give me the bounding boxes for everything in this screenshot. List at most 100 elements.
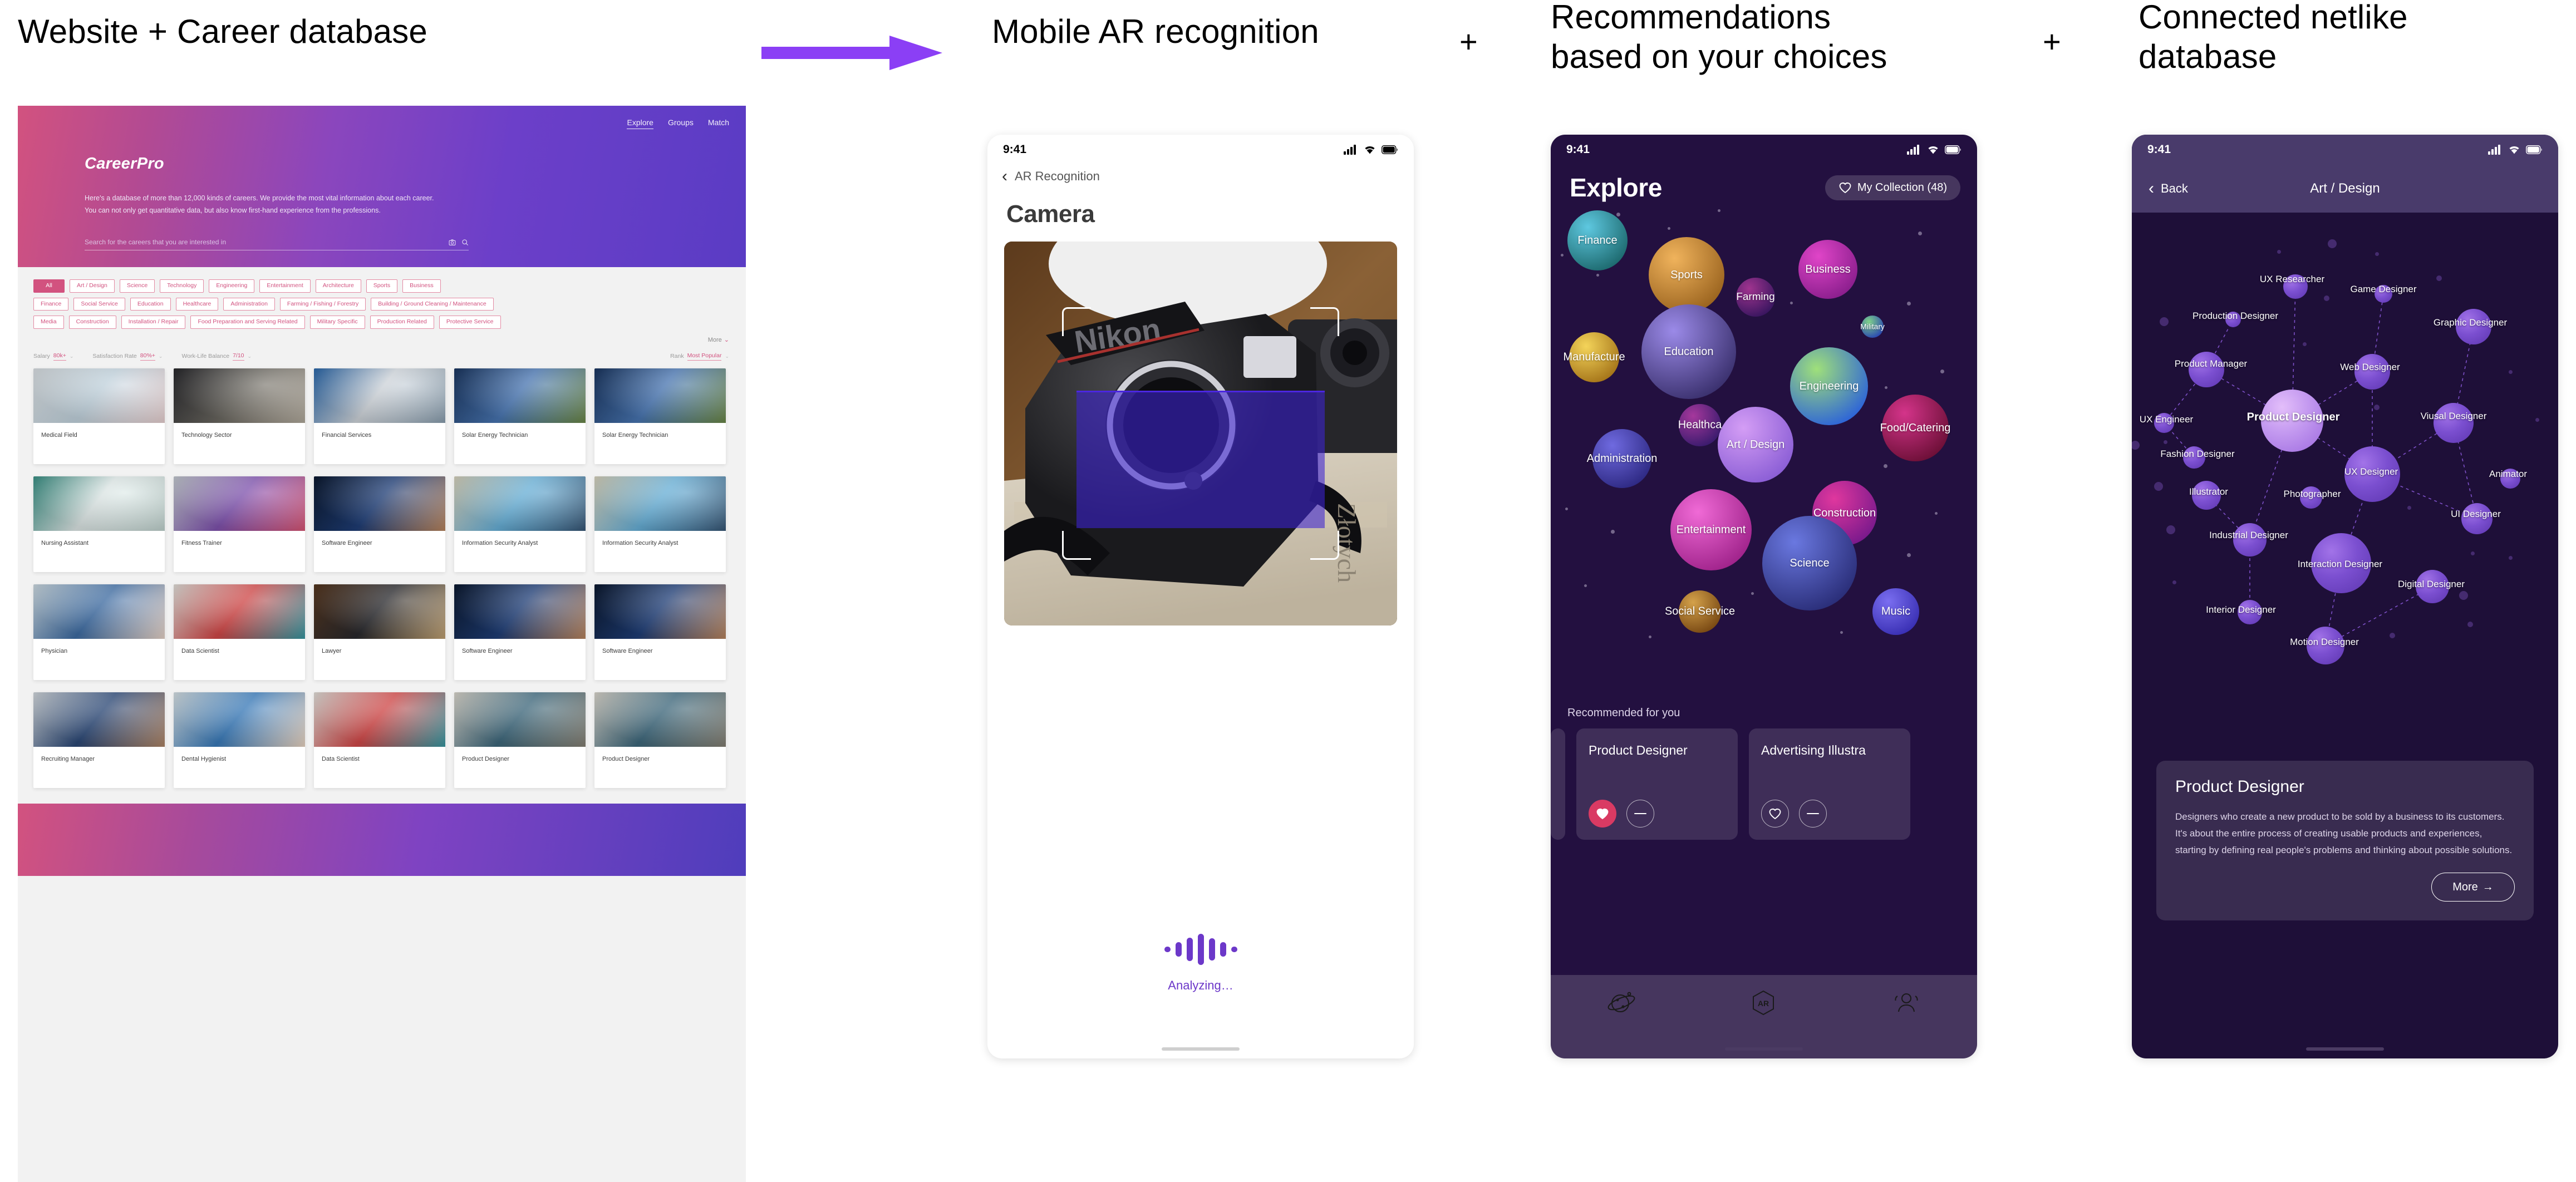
recommendation-card-peek[interactable]	[1551, 728, 1565, 840]
bubble-social-service[interactable]: Social Service	[1665, 590, 1735, 633]
filter-work-life-balance[interactable]: Work-Life Balance 7/10 ⌄	[181, 352, 252, 361]
career-card[interactable]: Solar Energy Technician	[454, 368, 586, 464]
bubble-military[interactable]: Military	[1860, 316, 1885, 338]
chip-administration[interactable]: Administration	[223, 297, 275, 311]
career-card[interactable]: Product Designer	[594, 692, 726, 788]
site-nav-match[interactable]: Match	[708, 118, 729, 129]
back-button[interactable]: ‹ Back	[2149, 180, 2188, 197]
like-button[interactable]	[1589, 800, 1616, 828]
filter-row[interactable]: Salary 80k+ ⌄ Satisfaction Rate 80%+ ⌄ Work-Li…	[18, 343, 746, 368]
chip-social-service[interactable]: Social Service	[73, 297, 125, 311]
career-card[interactable]: Information Security Analyst	[594, 476, 726, 572]
career-card[interactable]: Physician	[33, 584, 165, 680]
chip-architecture[interactable]: Architecture	[315, 279, 361, 293]
bubble-engineering[interactable]: Engineering	[1790, 347, 1868, 425]
site-nav-explore[interactable]: Explore	[627, 118, 653, 129]
search-bar[interactable]: Search for the careers that you are inte…	[85, 238, 469, 250]
bubble-administration[interactable]: Administration	[1587, 429, 1657, 488]
career-card[interactable]: Technology Sector	[174, 368, 305, 464]
chip-art-design[interactable]: Art / Design	[70, 279, 115, 293]
filter-value[interactable]: 7/10	[233, 352, 244, 361]
filter-value[interactable]: 80%+	[140, 352, 155, 361]
bubble-finance[interactable]: Finance	[1567, 210, 1628, 270]
chevron-left-icon[interactable]: ‹	[1002, 168, 1007, 185]
chevron-down-icon[interactable]: ⌄	[70, 353, 74, 359]
chip-technology[interactable]: Technology	[160, 279, 204, 293]
category-filter-chips[interactable]: All Art / Design Science Technology Engineer…	[18, 267, 746, 329]
people-icon[interactable]	[1890, 989, 1921, 1018]
recommendation-carousel[interactable]: Product Designer Advertising Illustra	[1551, 728, 1977, 840]
career-card[interactable]: Dental Hygienist	[174, 692, 305, 788]
recommendation-card[interactable]: Advertising Illustra	[1749, 728, 1910, 840]
bubble-sports[interactable]: Sports	[1649, 237, 1724, 313]
chevron-down-icon[interactable]: ⌄	[725, 353, 729, 359]
chip-business[interactable]: Business	[402, 279, 441, 293]
chip-protective-service[interactable]: Protective Service	[439, 316, 501, 329]
camera-icon[interactable]	[449, 239, 456, 246]
chip-food-preparation-and-serving-related[interactable]: Food Preparation and Serving Related	[190, 316, 305, 329]
career-card[interactable]: Product Designer	[454, 692, 586, 788]
career-card[interactable]: Data Scientist	[314, 692, 445, 788]
career-bubble-map[interactable]: Finance Sports Farming Business Military Manu…	[1551, 203, 1977, 703]
chip-media[interactable]: Media	[33, 316, 64, 329]
planet-icon[interactable]	[1607, 989, 1637, 1018]
bubble-farming[interactable]: Farming	[1736, 278, 1775, 317]
career-card[interactable]: Fitness Trainer	[174, 476, 305, 572]
career-card[interactable]: Recruiting Manager	[33, 692, 165, 788]
chip-entertainment[interactable]: Entertainment	[259, 279, 311, 293]
chip-science[interactable]: Science	[119, 279, 155, 293]
bubble-education[interactable]: Education	[1641, 304, 1736, 399]
chip-engineering[interactable]: Engineering	[209, 279, 255, 293]
site-nav[interactable]: Explore Groups Match	[627, 118, 729, 129]
bubble-entertainment[interactable]: Entertainment	[1670, 489, 1752, 570]
chevron-down-icon[interactable]: ⌄	[159, 353, 163, 359]
chip-production-related[interactable]: Production Related	[370, 316, 434, 329]
chip-construction[interactable]: Construction	[68, 316, 116, 329]
network-node-viusal-designer[interactable]	[2434, 403, 2474, 443]
career-card-grid[interactable]: Medical Field Technology Sector Financial …	[18, 368, 746, 788]
bubble-food-catering[interactable]: Food/Catering	[1880, 395, 1950, 461]
dismiss-button[interactable]	[1626, 800, 1654, 828]
bubble-business[interactable]: Business	[1798, 240, 1857, 299]
bubble-manufacture[interactable]: Manufacture	[1563, 332, 1625, 382]
chip-finance[interactable]: Finance	[33, 297, 69, 311]
chip-building-ground-cleaning-maintenance[interactable]: Building / Ground Cleaning / Maintenance	[371, 297, 494, 311]
career-card[interactable]: Nursing Assistant	[33, 476, 165, 572]
chip-education[interactable]: Education	[130, 297, 171, 311]
filter-salary[interactable]: Salary 80k+ ⌄	[33, 352, 73, 361]
chevron-left-icon[interactable]: ‹	[2149, 180, 2154, 197]
career-network-graph[interactable]: UX Researcher Game Designer Graphic Design…	[2132, 213, 2558, 674]
chip-all[interactable]: All	[33, 279, 65, 293]
site-nav-groups[interactable]: Groups	[668, 118, 694, 129]
ar-icon[interactable]: AR	[1750, 989, 1777, 1019]
filter-value[interactable]: Most Popular	[687, 352, 722, 361]
network-node-product-manager[interactable]	[2189, 352, 2224, 387]
career-card[interactable]: Solar Energy Technician	[594, 368, 726, 464]
chip-farming-fishing-forestry[interactable]: Farming / Fishing / Forestry	[279, 297, 366, 311]
bubble-music[interactable]: Music	[1872, 588, 1919, 635]
career-card[interactable]: Data Scientist	[174, 584, 305, 680]
dismiss-button[interactable]	[1799, 800, 1827, 828]
recommendation-card[interactable]: Product Designer	[1576, 728, 1738, 840]
my-collection-button[interactable]: My Collection (48)	[1825, 175, 1960, 200]
career-card[interactable]: Medical Field	[33, 368, 165, 464]
camera-viewfinder[interactable]: Nikon Złotych	[1004, 242, 1397, 626]
filter-satisfaction-rate[interactable]: Satisfaction Rate 80%+ ⌄	[92, 352, 163, 361]
chip-sports[interactable]: Sports	[366, 279, 398, 293]
filter-value[interactable]: 80k+	[53, 352, 66, 361]
like-button[interactable]	[1761, 800, 1789, 828]
bubble-art-design[interactable]: Art / Design	[1718, 407, 1793, 482]
bubble-healthca[interactable]: Healthca	[1678, 404, 1722, 446]
chips-more-button[interactable]: More ⌄	[18, 334, 746, 343]
career-card[interactable]: Lawyer	[314, 584, 445, 680]
ar-back-nav[interactable]: ‹ AR Recognition	[987, 165, 1414, 185]
career-card[interactable]: Software Engineer	[594, 584, 726, 680]
career-card[interactable]: Software Engineer	[454, 584, 586, 680]
chip-military-specific[interactable]: Military Specific	[309, 316, 365, 329]
chip-healthcare[interactable]: Healthcare	[175, 297, 219, 311]
chevron-down-icon[interactable]: ⌄	[248, 353, 252, 359]
search-icon[interactable]	[461, 239, 469, 246]
filter-rank[interactable]: Rank Most Popular ⌄	[670, 352, 729, 361]
bubble-science[interactable]: Science	[1762, 516, 1857, 610]
career-card[interactable]: Software Engineer	[314, 476, 445, 572]
